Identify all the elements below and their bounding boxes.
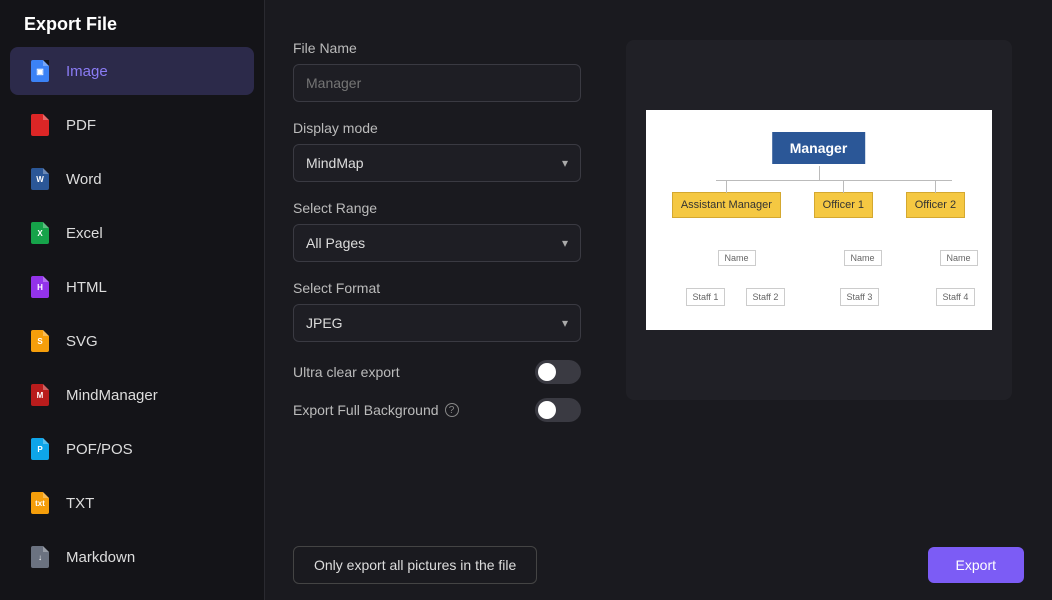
select-value: JPEG [306, 315, 343, 331]
export-bg-toggle[interactable] [535, 398, 581, 422]
sidebar-item-mindmanager[interactable]: M MindManager [10, 371, 254, 419]
sidebar-item-word[interactable]: W Word [10, 155, 254, 203]
mindmanager-icon: M [30, 383, 50, 407]
sidebar-item-excel[interactable]: X Excel [10, 209, 254, 257]
select-range-label: Select Range [293, 200, 581, 216]
org-staff: Staff 4 [936, 288, 976, 306]
help-icon[interactable]: ? [445, 403, 459, 417]
org-staff: Staff 1 [686, 288, 726, 306]
markdown-icon: ↓ [30, 545, 50, 569]
org-node: Officer 2 [906, 192, 965, 218]
main-panel: File Name Display mode MindMap ▾ Select … [265, 0, 1052, 600]
file-name-label: File Name [293, 40, 581, 56]
sidebar: Export File ▣ Image PDF W Word X Excel H… [0, 0, 265, 600]
only-export-pictures-button[interactable]: Only export all pictures in the file [293, 546, 537, 584]
file-name-input[interactable] [293, 64, 581, 102]
sidebar-item-label: HTML [66, 279, 107, 296]
preview-column: Manager Assistant Manager Officer 1 Offi… [613, 40, 1024, 530]
chevron-down-icon: ▾ [562, 236, 568, 250]
pdf-icon [30, 113, 50, 137]
org-node: Assistant Manager [672, 192, 781, 218]
sidebar-title: Export File [10, 14, 254, 47]
select-format-label: Select Format [293, 280, 581, 296]
sidebar-item-label: PDF [66, 117, 96, 134]
display-mode-select[interactable]: MindMap ▾ [293, 144, 581, 182]
html-icon: H [30, 275, 50, 299]
toggle-knob [538, 401, 556, 419]
preview-image: Manager Assistant Manager Officer 1 Offi… [646, 110, 992, 330]
display-mode-label: Display mode [293, 120, 581, 136]
sidebar-item-html[interactable]: H HTML [10, 263, 254, 311]
sidebar-item-image[interactable]: ▣ Image [10, 47, 254, 95]
word-icon: W [30, 167, 50, 191]
svg-icon: S [30, 329, 50, 353]
chevron-down-icon: ▾ [562, 156, 568, 170]
org-staff: Staff 2 [746, 288, 786, 306]
chevron-down-icon: ▾ [562, 316, 568, 330]
select-value: All Pages [306, 235, 365, 251]
bottom-bar: Only export all pictures in the file Exp… [293, 530, 1024, 584]
sidebar-item-label: MindManager [66, 387, 158, 404]
preview-box: Manager Assistant Manager Officer 1 Offi… [626, 40, 1012, 400]
sidebar-item-pof[interactable]: P POF/POS [10, 425, 254, 473]
ultra-clear-toggle[interactable] [535, 360, 581, 384]
sidebar-item-label: Word [66, 171, 102, 188]
sidebar-item-markdown[interactable]: ↓ Markdown [10, 533, 254, 581]
select-range-select[interactable]: All Pages ▾ [293, 224, 581, 262]
sidebar-item-pdf[interactable]: PDF [10, 101, 254, 149]
export-bg-label: Export Full Background ? [293, 402, 459, 418]
sidebar-item-label: Excel [66, 225, 103, 242]
sidebar-item-label: SVG [66, 333, 98, 350]
sidebar-item-txt[interactable]: txt TXT [10, 479, 254, 527]
org-staff: Staff 3 [840, 288, 880, 306]
sidebar-item-svg[interactable]: S SVG [10, 317, 254, 365]
sidebar-item-label: POF/POS [66, 441, 133, 458]
sidebar-item-label: Markdown [66, 549, 135, 566]
select-value: MindMap [306, 155, 364, 171]
org-node: Officer 1 [814, 192, 873, 218]
org-name: Name [844, 250, 882, 266]
org-name: Name [718, 250, 756, 266]
select-format-select[interactable]: JPEG ▾ [293, 304, 581, 342]
org-name: Name [940, 250, 978, 266]
toggle-knob [538, 363, 556, 381]
sidebar-item-label: TXT [66, 495, 94, 512]
form-column: File Name Display mode MindMap ▾ Select … [293, 40, 581, 530]
excel-icon: X [30, 221, 50, 245]
txt-icon: txt [30, 491, 50, 515]
export-button[interactable]: Export [928, 547, 1024, 583]
org-root: Manager [772, 132, 866, 164]
pof-icon: P [30, 437, 50, 461]
sidebar-item-label: Image [66, 63, 108, 80]
image-icon: ▣ [30, 59, 50, 83]
ultra-clear-label: Ultra clear export [293, 364, 400, 380]
